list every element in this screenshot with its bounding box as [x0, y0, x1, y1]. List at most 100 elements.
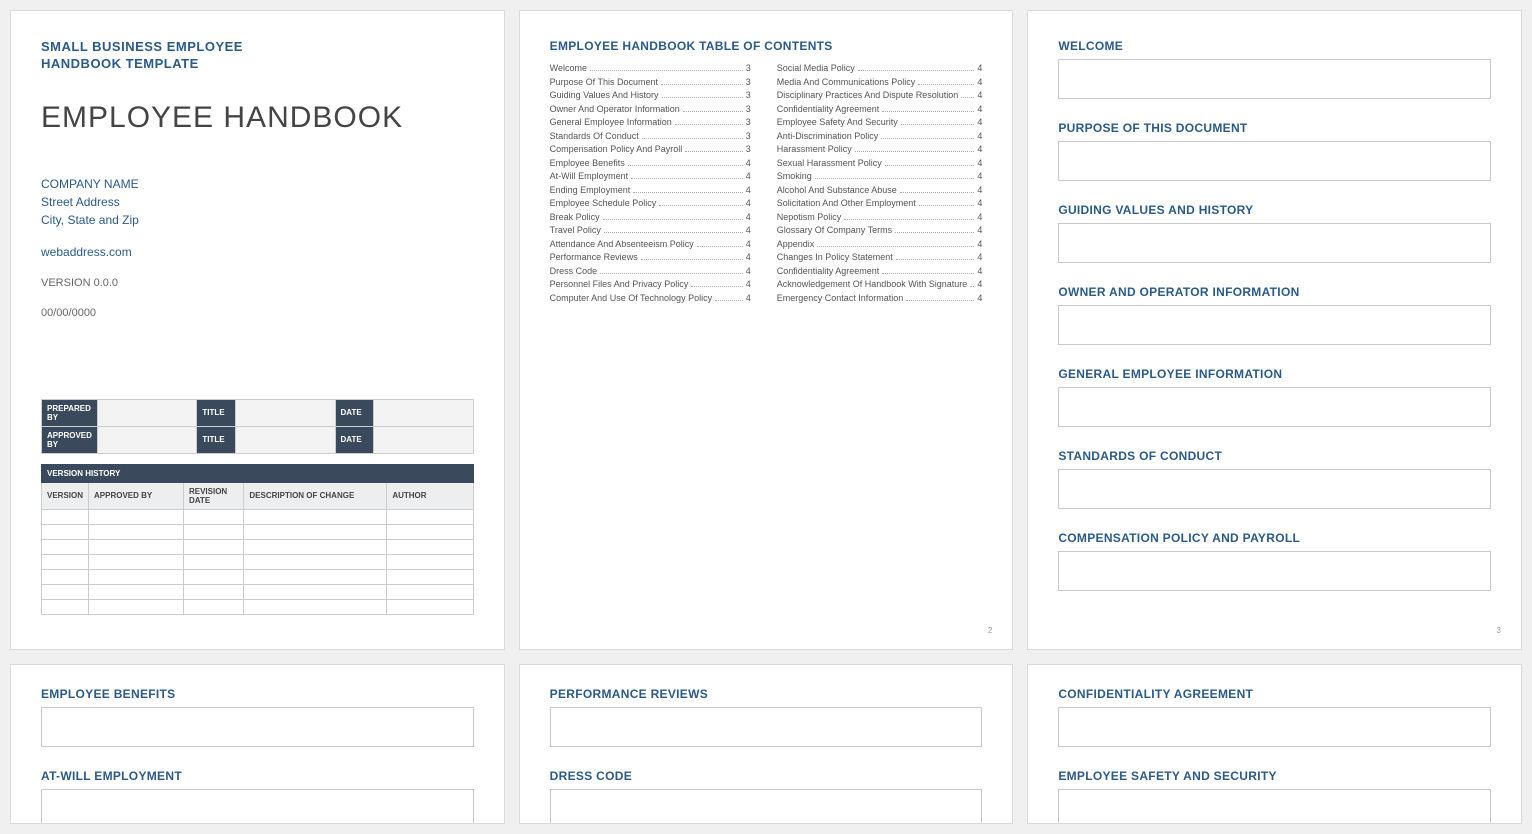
toc-entry: Dress Code4 — [550, 266, 751, 276]
toc-entry: Attendance And Absenteeism Policy4 — [550, 239, 751, 249]
toc-entry-page: 4 — [977, 266, 982, 276]
toc-entry: Confidentiality Agreement 4 — [777, 266, 983, 276]
toc-entry-page: 4 — [977, 212, 982, 222]
toc-entry: Compensation Policy And Payroll 3 — [550, 144, 751, 154]
page-4-partial: EMPLOYEE BENEFITS AT-WILL EMPLOYMENT — [10, 664, 505, 824]
toc-entry: Harassment Policy 4 — [777, 144, 983, 154]
template-subhead: SMALL BUSINESS EMPLOYEE HANDBOOK TEMPLAT… — [41, 39, 474, 73]
toc-entry: Confidentiality Agreement4 — [777, 104, 983, 114]
toc-entry-label: Performance Reviews — [550, 252, 638, 262]
toc-column-left: Welcome3Purpose Of This Document3Guiding… — [550, 63, 751, 306]
toc-entry: Media And Communications Policy 4 — [777, 77, 983, 87]
toc-entry-page: 4 — [746, 158, 751, 168]
section-heading: PURPOSE OF THIS DOCUMENT — [1058, 121, 1491, 135]
template-preview-grid: SMALL BUSINESS EMPLOYEE HANDBOOK TEMPLAT… — [10, 10, 1522, 824]
toc-entry: Nepotism Policy 4 — [777, 212, 983, 222]
section-content-box — [1058, 141, 1491, 181]
web-address: webaddress.com — [41, 243, 474, 261]
toc-entry-label: Disciplinary Practices And Dispute Resol… — [777, 90, 959, 100]
section-content-box — [41, 789, 474, 824]
page-number: 2 — [988, 626, 992, 635]
toc-entry-label: Standards Of Conduct — [550, 131, 639, 141]
toc-entry-label: Confidentiality Agreement — [777, 266, 880, 276]
toc-entry-label: Alcohol And Substance Abuse — [777, 185, 897, 195]
toc-entry: Owner And Operator Information3 — [550, 104, 751, 114]
toc-entry-label: Media And Communications Policy — [777, 77, 916, 87]
toc-leader-dots — [685, 151, 742, 152]
toc-leader-dots — [918, 84, 974, 85]
section-heading: PERFORMANCE REVIEWS — [550, 687, 983, 701]
toc-leader-dots — [815, 178, 975, 179]
toc-entry-page: 4 — [977, 77, 982, 87]
toc-entry: Computer And Use Of Technology Policy4 — [550, 293, 751, 303]
section-content-box — [1058, 789, 1491, 824]
approval-table: PREPARED BY TITLE DATE APPROVED BY TITLE… — [41, 399, 474, 454]
toc-entry: Employee Safety And Security 4 — [777, 117, 983, 127]
version-history-table: VERSION HISTORY VERSION APPROVED BY REVI… — [41, 464, 474, 615]
section-heading: WELCOME — [1058, 39, 1491, 53]
toc-entry-label: Nepotism Policy — [777, 212, 842, 222]
section-heading: AT-WILL EMPLOYMENT — [41, 769, 474, 783]
toc-leader-dots — [961, 97, 974, 98]
toc-entry-page: 4 — [977, 279, 982, 289]
toc-leader-dots — [659, 205, 742, 206]
toc-leader-dots — [590, 70, 743, 71]
toc-entry-label: Employee Safety And Security — [777, 117, 898, 127]
toc-leader-dots — [900, 192, 975, 193]
toc-entry-label: Employee Benefits — [550, 158, 625, 168]
toc-entry-page: 4 — [977, 117, 982, 127]
toc-entry: Travel Policy4 — [550, 225, 751, 235]
company-name: COMPANY NAME — [41, 177, 139, 191]
toc-leader-dots — [697, 246, 743, 247]
document-title: EMPLOYEE HANDBOOK — [41, 101, 474, 135]
toc-entry: Solicitation And Other Employment4 — [777, 198, 983, 208]
toc-entry-label: Anti-Discrimination Policy — [777, 131, 879, 141]
company-info: COMPANY NAME Street Address City, State … — [41, 175, 474, 261]
toc-entry: Smoking4 — [777, 171, 983, 181]
toc-column-right: Social Media Policy4Media And Communicat… — [777, 63, 983, 306]
toc-entry: Standards Of Conduct3 — [550, 131, 751, 141]
toc-leader-dots — [970, 286, 974, 287]
toc-entry: Glossary Of Company Terms4 — [777, 225, 983, 235]
toc-entry: Employee Schedule Policy4 — [550, 198, 751, 208]
section-content-box — [1058, 223, 1491, 263]
toc-leader-dots — [661, 84, 743, 85]
toc-leader-dots — [844, 219, 974, 220]
toc-entry-page: 4 — [746, 293, 751, 303]
toc-entry-label: Harassment Policy — [777, 144, 852, 154]
toc-entry-label: Sexual Harassment Policy — [777, 158, 882, 168]
toc-leader-dots — [858, 70, 975, 71]
date-label: 00/00/0000 — [41, 307, 474, 319]
section-content-box — [1058, 551, 1491, 591]
toc-entry: Ending Employment4 — [550, 185, 751, 195]
toc-entry-page: 4 — [977, 63, 982, 73]
toc-entry-page: 4 — [746, 171, 751, 181]
toc-entry-label: Appendix — [777, 239, 815, 249]
toc-leader-dots — [715, 300, 743, 301]
toc-leader-dots — [604, 232, 743, 233]
toc-entry-label: Confidentiality Agreement — [777, 104, 880, 114]
section-heading: COMPENSATION POLICY AND PAYROLL — [1058, 531, 1491, 545]
section-heading: STANDARDS OF CONDUCT — [1058, 449, 1491, 463]
toc-leader-dots — [603, 219, 743, 220]
toc-entry-label: Welcome — [550, 63, 587, 73]
toc-entry-label: Dress Code — [550, 266, 598, 276]
toc-entry: Purpose Of This Document3 — [550, 77, 751, 87]
toc-entry-page: 3 — [746, 144, 751, 154]
section-content-box — [1058, 469, 1491, 509]
toc-heading: EMPLOYEE HANDBOOK TABLE OF CONTENTS — [550, 39, 983, 53]
toc-entry-label: At-Will Employment — [550, 171, 629, 181]
toc-entry-label: Compensation Policy And Payroll — [550, 144, 683, 154]
toc-entry-page: 4 — [746, 198, 751, 208]
page-2-toc: EMPLOYEE HANDBOOK TABLE OF CONTENTS Welc… — [519, 10, 1014, 650]
section-heading: DRESS CODE — [550, 769, 983, 783]
toc-leader-dots — [675, 124, 743, 125]
page-3-sections: WELCOME PURPOSE OF THIS DOCUMENT GUIDING… — [1027, 10, 1522, 650]
toc-leader-dots — [641, 259, 743, 260]
toc-entry-page: 4 — [977, 144, 982, 154]
toc-leader-dots — [885, 165, 975, 166]
toc-leader-dots — [628, 165, 743, 166]
toc-entry-label: Social Media Policy — [777, 63, 855, 73]
page-6-partial: CONFIDENTIALITY AGREEMENT EMPLOYEE SAFET… — [1027, 664, 1522, 824]
toc-leader-dots — [896, 259, 975, 260]
